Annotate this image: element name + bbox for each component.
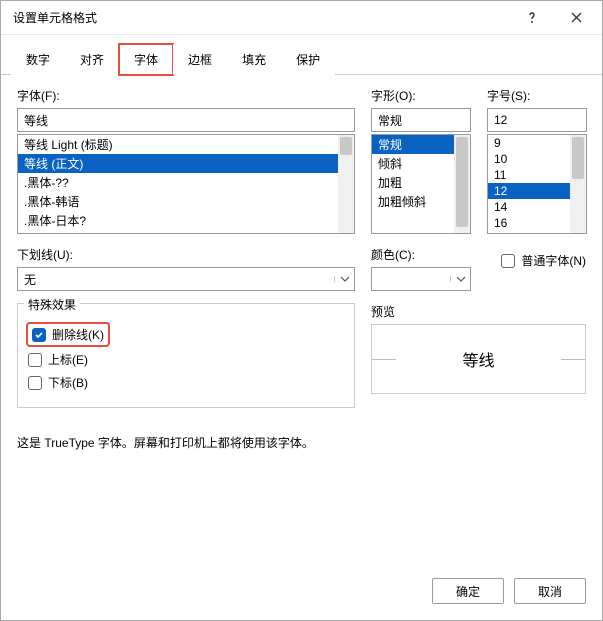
- titlebar: 设置单元格格式: [1, 1, 602, 35]
- close-icon: [571, 12, 582, 23]
- scroll-thumb[interactable]: [456, 137, 468, 227]
- checkbox-icon: [501, 254, 515, 268]
- color-label: 颜色(C):: [371, 246, 471, 263]
- list-item[interactable]: 常规: [372, 135, 454, 154]
- underline-combo[interactable]: 无: [17, 267, 355, 291]
- size-listbox[interactable]: 9 10 11 12 14 16: [487, 134, 587, 234]
- font-note: 这是 TrueType 字体。屏幕和打印机上都将使用该字体。: [17, 434, 586, 451]
- tab-border[interactable]: 边框: [173, 44, 227, 75]
- tab-font[interactable]: 字体: [119, 44, 173, 75]
- style-label: 字形(O):: [371, 87, 471, 104]
- list-item[interactable]: .黑体-??: [18, 173, 338, 192]
- effects-group: 特殊效果 删除线(K) 上标(E) 下标(B): [17, 303, 355, 408]
- scrollbar[interactable]: [454, 135, 470, 233]
- effects-legend: 特殊效果: [24, 296, 80, 313]
- superscript-label: 上标(E): [48, 351, 88, 368]
- preview-text: 等线: [462, 347, 494, 371]
- superscript-checkbox[interactable]: 上标(E): [28, 351, 344, 368]
- underline-label: 下划线(U):: [17, 246, 355, 263]
- tab-protection[interactable]: 保护: [281, 44, 335, 75]
- preview-legend: 预览: [371, 303, 586, 320]
- list-item[interactable]: .黑体-日本?: [18, 211, 338, 230]
- cancel-button[interactable]: 取消: [514, 578, 586, 604]
- tab-content: 字体(F): 等线 Light (标题) 等线 (正文) .黑体-?? .黑体-…: [1, 75, 602, 566]
- list-item[interactable]: 10: [488, 151, 570, 167]
- checkbox-icon: [28, 353, 42, 367]
- format-cells-dialog: 设置单元格格式 数字 对齐 字体 边框 填充 保护 字体(F):: [0, 0, 603, 621]
- list-item[interactable]: 加粗: [372, 173, 454, 192]
- list-item[interactable]: 等线 (正文): [18, 154, 338, 173]
- help-icon: [526, 12, 538, 24]
- window-title: 设置单元格格式: [13, 9, 510, 26]
- normal-font-label: 普通字体(N): [521, 252, 586, 269]
- normal-font-checkbox[interactable]: 普通字体(N): [501, 252, 586, 269]
- list-item[interactable]: 倾斜: [372, 154, 454, 173]
- list-item[interactable]: 9: [488, 135, 570, 151]
- list-item[interactable]: 加粗倾斜: [372, 192, 454, 211]
- tab-strip: 数字 对齐 字体 边框 填充 保护: [1, 35, 602, 75]
- list-item[interactable]: 12: [488, 183, 570, 199]
- font-input[interactable]: [17, 108, 355, 132]
- subscript-checkbox[interactable]: 下标(B): [28, 374, 344, 391]
- strikethrough-label: 删除线(K): [52, 326, 104, 343]
- scroll-thumb[interactable]: [572, 137, 584, 179]
- list-item[interactable]: 等线 Light (标题): [18, 135, 338, 154]
- scrollbar[interactable]: [338, 135, 354, 233]
- tab-number[interactable]: 数字: [11, 44, 65, 75]
- list-item[interactable]: 16: [488, 215, 570, 231]
- font-label: 字体(F):: [17, 87, 355, 104]
- strikethrough-checkbox[interactable]: 删除线(K): [28, 324, 108, 345]
- size-label: 字号(S):: [487, 87, 587, 104]
- list-item[interactable]: .黑体-韩语: [18, 192, 338, 211]
- checkbox-icon: [32, 328, 46, 342]
- close-button[interactable]: [554, 3, 598, 33]
- checkbox-icon: [28, 376, 42, 390]
- scroll-thumb[interactable]: [340, 137, 352, 155]
- ok-button[interactable]: 确定: [432, 578, 504, 604]
- color-combo[interactable]: [371, 267, 471, 291]
- list-item[interactable]: 11: [488, 167, 570, 183]
- preview-box: 等线: [371, 324, 586, 394]
- style-listbox[interactable]: 常规 倾斜 加粗 加粗倾斜: [371, 134, 471, 234]
- tab-fill[interactable]: 填充: [227, 44, 281, 75]
- list-item[interactable]: .黑体-日本语: [18, 230, 338, 233]
- underline-value: 无: [18, 271, 334, 288]
- dialog-footer: 确定 取消: [1, 566, 602, 620]
- font-listbox[interactable]: 等线 Light (标题) 等线 (正文) .黑体-?? .黑体-韩语 .黑体-…: [17, 134, 355, 234]
- chevron-down-icon: [334, 276, 354, 282]
- tab-alignment[interactable]: 对齐: [65, 44, 119, 75]
- chevron-down-icon: [450, 276, 470, 282]
- style-input[interactable]: [371, 108, 471, 132]
- help-button[interactable]: [510, 3, 554, 33]
- list-item[interactable]: 14: [488, 199, 570, 215]
- scrollbar[interactable]: [570, 135, 586, 233]
- subscript-label: 下标(B): [48, 374, 88, 391]
- size-input[interactable]: [487, 108, 587, 132]
